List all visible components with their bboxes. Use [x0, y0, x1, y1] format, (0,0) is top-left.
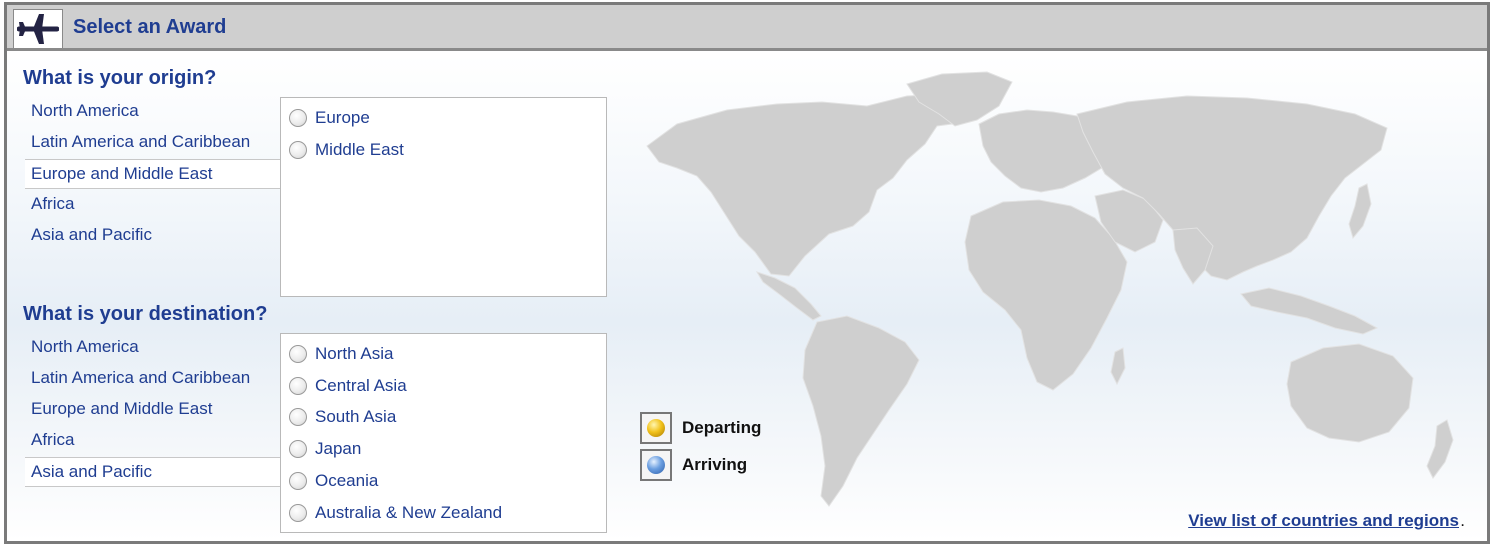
legend-arriving: Arriving	[640, 449, 761, 481]
origin-option-europe[interactable]: Europe	[281, 102, 606, 134]
award-selector-panel: Select an Award What is your origin? Nor…	[4, 2, 1490, 544]
destination-region-list: North America Latin America and Caribbea…	[25, 333, 283, 488]
airplane-icon	[13, 9, 63, 49]
destination-option-north-asia[interactable]: North Asia	[281, 338, 606, 370]
radio-button[interactable]	[289, 344, 307, 363]
radio-button[interactable]	[289, 376, 307, 395]
radio-button[interactable]	[289, 408, 307, 427]
origin-region-latin-america[interactable]: Latin America and Caribbean	[25, 128, 281, 158]
destination-heading: What is your destination?	[23, 303, 268, 325]
panel-title: Select an Award	[73, 16, 227, 38]
panel-content: What is your origin? North America Latin…	[7, 54, 1487, 541]
footer-period: .	[1460, 511, 1465, 530]
map-region-southeast-asia	[1240, 287, 1379, 335]
map-region-australia	[1286, 343, 1414, 443]
destination-option-central-asia[interactable]: Central Asia	[281, 370, 606, 402]
map-region-japan	[1348, 183, 1372, 240]
destination-option-japan[interactable]: Japan	[281, 433, 606, 465]
radio-button[interactable]	[289, 440, 307, 459]
origin-region-africa[interactable]: Africa	[25, 190, 281, 220]
origin-heading: What is your origin?	[23, 67, 217, 89]
origin-region-north-america[interactable]: North America	[25, 97, 281, 127]
destination-region-north-america[interactable]: North America	[25, 333, 281, 363]
origin-region-list: North America Latin America and Caribbea…	[25, 97, 283, 252]
map-region-south-america	[802, 315, 920, 507]
legend-departing: Departing	[640, 412, 761, 444]
origin-region-europe-middle-east[interactable]: Europe and Middle East	[25, 159, 283, 189]
destination-region-latin-america[interactable]: Latin America and Caribbean	[25, 364, 281, 394]
destination-option-australia-nz[interactable]: Australia & New Zealand	[281, 497, 606, 529]
radio-button[interactable]	[289, 472, 307, 491]
departing-marker-icon	[640, 412, 672, 444]
map-region-madagascar	[1110, 347, 1126, 386]
destination-option-oceania[interactable]: Oceania	[281, 465, 606, 497]
destination-region-asia-pacific[interactable]: Asia and Pacific	[25, 457, 283, 487]
radio-button[interactable]	[289, 140, 307, 159]
destination-region-europe-middle-east[interactable]: Europe and Middle East	[25, 395, 281, 425]
origin-option-middle-east[interactable]: Middle East	[281, 134, 606, 166]
destination-region-africa[interactable]: Africa	[25, 426, 281, 456]
radio-button[interactable]	[289, 108, 307, 127]
destination-option-south-asia[interactable]: South Asia	[281, 402, 606, 434]
view-countries-link[interactable]: View list of countries and regions	[1188, 511, 1459, 531]
map-region-central-america	[755, 271, 822, 321]
arriving-marker-icon	[640, 449, 672, 481]
map-region-north-america	[646, 93, 980, 277]
map-region-asia	[1076, 95, 1388, 281]
map-legend: Departing Arriving	[640, 412, 761, 486]
destination-options-box: North Asia Central Asia South Asia Japan…	[280, 333, 607, 533]
origin-options-box: Europe Middle East	[280, 97, 607, 297]
radio-button[interactable]	[289, 503, 307, 522]
panel-header: Select an Award	[7, 5, 1487, 51]
map-region-africa	[964, 199, 1128, 391]
map-region-new-zealand	[1426, 419, 1454, 479]
origin-region-asia-pacific[interactable]: Asia and Pacific	[25, 221, 281, 251]
